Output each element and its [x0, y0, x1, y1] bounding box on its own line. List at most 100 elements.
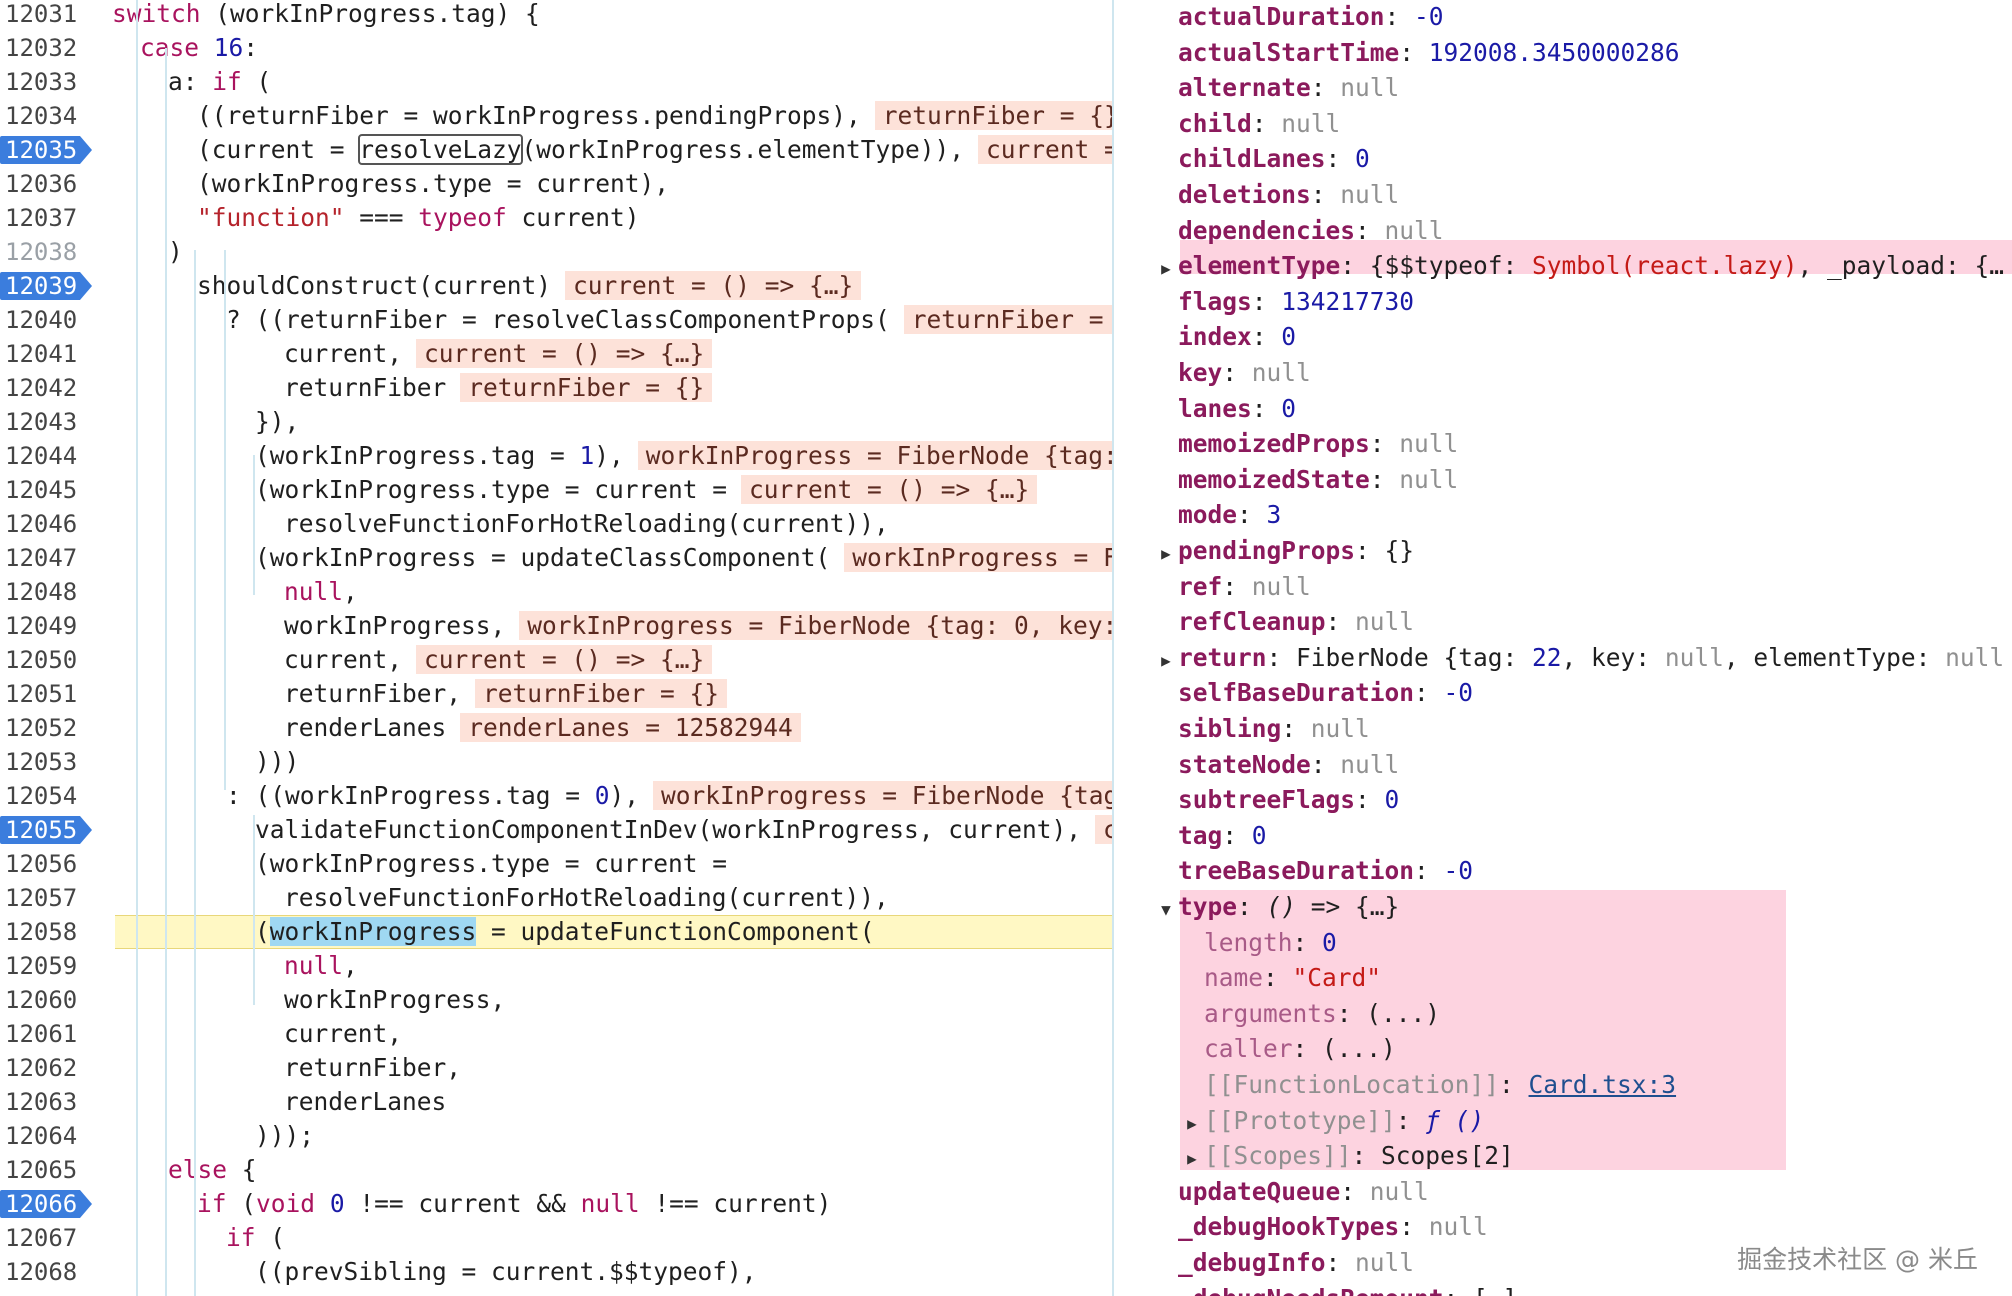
- line-number[interactable]: 12043: [0, 405, 96, 439]
- line-number[interactable]: 12051: [0, 677, 96, 711]
- scope-property-row[interactable]: updateQueue: null: [1154, 1175, 2012, 1209]
- line-number[interactable]: 12031: [0, 0, 96, 31]
- line-number[interactable]: 12054: [0, 779, 96, 813]
- line-number[interactable]: 12032: [0, 31, 96, 65]
- inline-value-chip[interactable]: current = () => {…}: [416, 339, 713, 368]
- scope-property-row[interactable]: mode: 3: [1154, 498, 2012, 532]
- inline-value-chip[interactable]: workInProgress = FiberNode {tag: 0, key:…: [637, 441, 1112, 470]
- inline-value-chip[interactable]: returnFiber = {}: [903, 305, 1112, 334]
- scope-property-row[interactable]: memoizedProps: null: [1154, 427, 2012, 461]
- scope-property-row[interactable]: key: null: [1154, 356, 2012, 390]
- scope-property-row[interactable]: dependencies: null: [1154, 214, 2012, 248]
- line-number[interactable]: 12034: [0, 99, 96, 133]
- inline-value-chip[interactable]: current = () => {…}: [978, 135, 1112, 164]
- source-link[interactable]: Card.tsx:3: [1529, 1070, 1677, 1099]
- inline-value-chip[interactable]: current = () => {…}: [565, 271, 862, 300]
- line-number[interactable]: 12063: [0, 1085, 96, 1119]
- breakpoint-marker[interactable]: 12035: [0, 136, 92, 164]
- scope-property-row[interactable]: ▶ [[Scopes]]: Scopes[2]: [1180, 1139, 2012, 1173]
- scope-property-row[interactable]: stateNode: null: [1154, 748, 2012, 782]
- line-number[interactable]: 12057: [0, 881, 96, 915]
- line-number[interactable]: 12044: [0, 439, 96, 473]
- line-number[interactable]: 12037: [0, 201, 96, 235]
- line-number[interactable]: 12038: [0, 235, 96, 269]
- scope-property-row[interactable]: childLanes: 0: [1154, 142, 2012, 176]
- inline-value-chip[interactable]: returnFiber = {}: [460, 373, 713, 402]
- scope-property-row[interactable]: deletions: null: [1154, 178, 2012, 212]
- scope-property-row[interactable]: name: "Card": [1180, 961, 2012, 995]
- scope-property-row[interactable]: ▶ pendingProps: {}: [1154, 534, 2012, 568]
- breakpoint-marker[interactable]: 12066: [0, 1190, 92, 1218]
- line-number[interactable]: 12059: [0, 949, 96, 983]
- code-line[interactable]: 12031 switch (workInProgress.tag) {: [0, 0, 1112, 31]
- line-number[interactable]: 12046: [0, 507, 96, 541]
- line-number[interactable]: 12056: [0, 847, 96, 881]
- inline-value-chip[interactable]: current = () => {…}: [741, 475, 1038, 504]
- scope-property-row[interactable]: memoizedState: null: [1154, 463, 2012, 497]
- scope-property-row[interactable]: length: 0: [1180, 926, 2012, 960]
- hovered-token[interactable]: resolveLazy: [358, 134, 523, 165]
- selected-token[interactable]: workInProgress: [269, 917, 477, 946]
- line-number[interactable]: 12048: [0, 575, 96, 609]
- inline-value-chip[interactable]: returnFiber = {}: [475, 679, 728, 708]
- scope-property-row[interactable]: ref: null: [1154, 570, 2012, 604]
- inline-value-chip[interactable]: workInProgress = FiberNode {tag: 0}: [653, 781, 1112, 810]
- scope-property-row[interactable]: arguments: (...): [1180, 997, 2012, 1031]
- scope-property-row[interactable]: ▶ elementType: {$$typeof: Symbol(react.la…: [1154, 249, 2012, 283]
- scope-property-row[interactable]: ▶ [[Prototype]]: ƒ (): [1180, 1104, 2012, 1138]
- scope-property-row[interactable]: caller: (...): [1180, 1032, 2012, 1066]
- line-number[interactable]: 12050: [0, 643, 96, 677]
- line-number[interactable]: 12064: [0, 1119, 96, 1153]
- line-number[interactable]: 12055: [5, 816, 77, 844]
- inline-value-chip[interactable]: workInProgress = FiberNode {tag: 0, key:…: [519, 611, 1112, 640]
- line-number[interactable]: 12041: [0, 337, 96, 371]
- breakpoint-marker[interactable]: 12055: [0, 816, 92, 844]
- line-number[interactable]: 12049: [0, 609, 96, 643]
- expand-arrow-icon[interactable]: ▶: [1154, 537, 1178, 571]
- scope-property-row[interactable]: lanes: 0: [1154, 392, 2012, 426]
- scope-property-row[interactable]: actualDuration: -0: [1154, 0, 2012, 34]
- collapse-arrow-icon[interactable]: ▼: [1154, 893, 1178, 927]
- scope-property-row[interactable]: refCleanup: null: [1154, 605, 2012, 639]
- line-number[interactable]: 12058: [0, 915, 96, 949]
- inline-value-chip[interactable]: c: [1095, 815, 1112, 844]
- line-number[interactable]: 12033: [0, 65, 96, 99]
- scope-property-row[interactable]: tag: 0: [1154, 819, 2012, 853]
- scope-property-row[interactable]: treeBaseDuration: -0: [1154, 854, 2012, 888]
- line-number[interactable]: 12045: [0, 473, 96, 507]
- scope-property-row[interactable]: child: null: [1154, 107, 2012, 141]
- scope-property-row[interactable]: alternate: null: [1154, 71, 2012, 105]
- line-number[interactable]: 12068: [0, 1255, 96, 1289]
- scope-property-row[interactable]: sibling: null: [1154, 712, 2012, 746]
- inline-value-chip[interactable]: renderLanes = 12582944: [460, 713, 801, 742]
- line-number[interactable]: 12039: [5, 272, 77, 300]
- line-number[interactable]: 12061: [0, 1017, 96, 1051]
- breakpoint-marker[interactable]: 12039: [0, 272, 92, 300]
- scope-property-row[interactable]: actualStartTime: 192008.3450000286: [1154, 36, 2012, 70]
- source-code-panel[interactable]: 12031 switch (workInProgress.tag) {12032 c…: [0, 0, 1112, 1296]
- line-number[interactable]: 12047: [0, 541, 96, 575]
- line-number[interactable]: 12042: [0, 371, 96, 405]
- scope-property-row[interactable]: [[FunctionLocation]]: Card.tsx:3: [1180, 1068, 2012, 1102]
- line-number[interactable]: 12052: [0, 711, 96, 745]
- scope-property-row[interactable]: subtreeFlags: 0: [1154, 783, 2012, 817]
- expand-arrow-icon[interactable]: ▶: [1154, 252, 1178, 286]
- scope-property-row[interactable]: flags: 134217730: [1154, 285, 2012, 319]
- line-number[interactable]: 12066: [5, 1190, 77, 1218]
- expand-arrow-icon[interactable]: ▶: [1180, 1142, 1204, 1176]
- scope-property-row[interactable]: selfBaseDuration: -0: [1154, 676, 2012, 710]
- line-number[interactable]: 12040: [0, 303, 96, 337]
- line-number[interactable]: 12036: [0, 167, 96, 201]
- scope-variables-panel[interactable]: ▾ workInProgress: FiberNode actualDurati…: [1114, 0, 2012, 1296]
- line-number[interactable]: 12062: [0, 1051, 96, 1085]
- inline-value-chip[interactable]: current = () => {…}: [416, 645, 713, 674]
- line-number[interactable]: 12067: [0, 1221, 96, 1255]
- line-number[interactable]: 12060: [0, 983, 96, 1017]
- scope-property-row[interactable]: ▶ return: FiberNode {tag: 22, key: null, …: [1154, 641, 2012, 675]
- inline-value-chip[interactable]: workInProgress = FiberNode {tag: 0}: [844, 543, 1112, 572]
- line-number[interactable]: 12065: [0, 1153, 96, 1187]
- scope-property-row[interactable]: ▼ type: () => {…}: [1154, 890, 2012, 924]
- line-number[interactable]: 12053: [0, 745, 96, 779]
- expand-arrow-icon[interactable]: ▶: [1154, 644, 1178, 678]
- scope-property-row[interactable]: index: 0: [1154, 320, 2012, 354]
